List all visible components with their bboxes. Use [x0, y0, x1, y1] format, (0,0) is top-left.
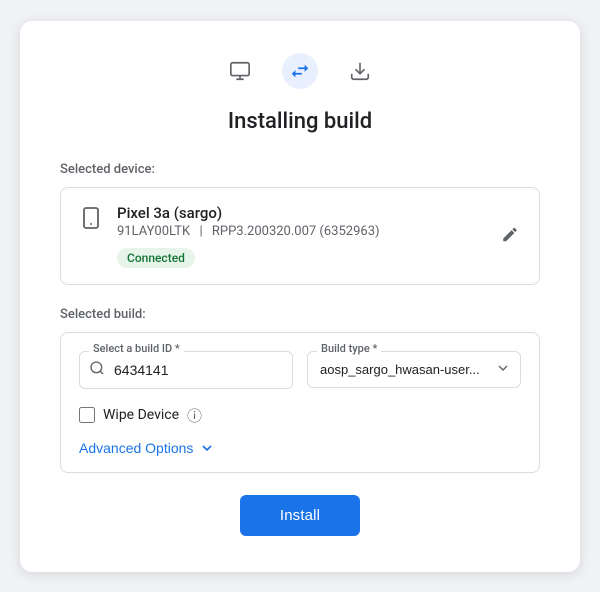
build-id-input[interactable]: [79, 351, 293, 389]
build-type-label: Build type *: [317, 342, 381, 355]
device-phone-icon: [79, 206, 103, 234]
step-install-icon: [282, 53, 318, 89]
build-section-label: Selected build:: [60, 307, 540, 322]
help-icon[interactable]: ⓘ: [187, 405, 202, 426]
device-id: 91LAY00LTK: [117, 224, 190, 239]
main-card: Installing build Selected device: Pixel …: [20, 21, 580, 572]
build-type-select[interactable]: aosp_sargo_hwasan-user...: [307, 351, 521, 388]
device-name: Pixel 3a (sargo): [117, 204, 521, 222]
build-fields: Select a build ID * Build type * aosp_sa…: [79, 351, 521, 389]
page-title: Installing build: [60, 109, 540, 134]
step-download-icon: [342, 53, 378, 89]
status-badge: Connected: [117, 248, 195, 268]
meta-separator: |: [199, 224, 202, 239]
edit-device-button[interactable]: [497, 221, 523, 250]
device-card: Pixel 3a (sargo) 91LAY00LTK | RPP3.20032…: [60, 187, 540, 285]
build-id-label: Select a build ID *: [89, 342, 184, 355]
wipe-row: Wipe Device ⓘ: [79, 405, 521, 426]
build-type-field: Build type * aosp_sargo_hwasan-user...: [307, 351, 521, 389]
build-card: Select a build ID * Build type * aosp_sa…: [60, 332, 540, 473]
device-section-label: Selected device:: [60, 162, 540, 177]
wizard-steps: [60, 53, 540, 89]
wipe-device-label: Wipe Device: [103, 407, 179, 423]
device-info: Pixel 3a (sargo) 91LAY00LTK | RPP3.20032…: [117, 204, 521, 268]
device-meta: 91LAY00LTK | RPP3.200320.007 (6352963): [117, 224, 521, 239]
wipe-device-checkbox[interactable]: [79, 407, 95, 423]
build-id-field: Select a build ID *: [79, 351, 293, 389]
advanced-options-label: Advanced Options: [79, 440, 193, 456]
advanced-options-button[interactable]: Advanced Options: [79, 440, 215, 456]
search-icon: [89, 360, 105, 380]
device-build: RPP3.200320.007 (6352963): [212, 224, 380, 239]
step-device-icon: [222, 53, 258, 89]
install-button[interactable]: Install: [240, 495, 360, 536]
chevron-down-icon: [199, 440, 215, 456]
